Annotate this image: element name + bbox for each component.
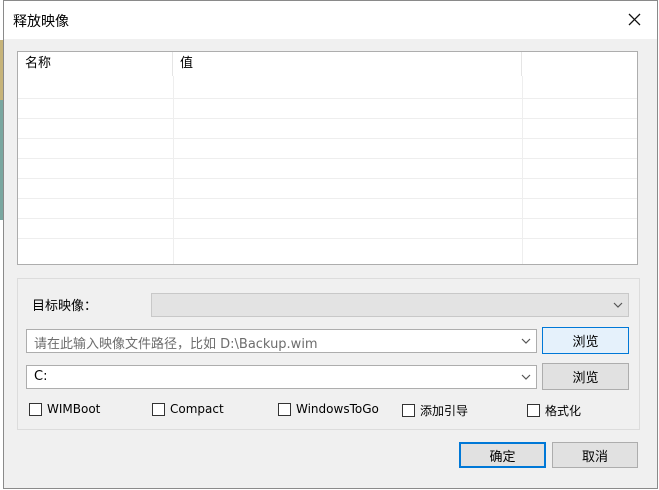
format-checkbox-box[interactable]	[527, 404, 540, 417]
release-image-dialog: 释放映像 名称 值 目标映像： 请在此输入映像文件路径，比如 D:\Backup…	[3, 0, 658, 489]
compact-checkbox[interactable]: Compact	[152, 402, 224, 416]
ok-button[interactable]: 确定	[459, 442, 546, 468]
target-image-label: 目标映像：	[32, 299, 98, 314]
add-boot-checkbox-box[interactable]	[402, 404, 415, 417]
list-header: 名称 值	[18, 52, 637, 76]
add-boot-label: 添加引导	[420, 404, 469, 418]
target-drive-value: C:	[34, 369, 48, 384]
windowstogo-checkbox[interactable]: WindowsToGo	[278, 402, 379, 416]
format-checkbox[interactable]: 格式化	[527, 402, 581, 419]
wimboot-checkbox[interactable]: WIMBoot	[29, 402, 100, 416]
windowstogo-label: WindowsToGo	[296, 402, 379, 416]
chevron-down-icon[interactable]	[520, 335, 532, 347]
properties-list[interactable]: 名称 值	[17, 51, 638, 265]
wimboot-checkbox-box[interactable]	[29, 402, 42, 416]
close-button[interactable]	[619, 5, 649, 33]
compact-label: Compact	[170, 402, 224, 416]
target-image-select[interactable]	[151, 293, 629, 317]
browse-image-button[interactable]: 浏览	[542, 327, 629, 354]
target-drive-combo[interactable]: C:	[26, 365, 537, 389]
column-header-value[interactable]: 值	[173, 52, 522, 76]
column-header-name[interactable]: 名称	[18, 52, 173, 76]
close-icon	[628, 13, 640, 25]
add-boot-checkbox[interactable]: 添加引导	[402, 402, 468, 419]
chevron-down-icon[interactable]	[520, 371, 532, 383]
column-header-filler	[522, 52, 637, 76]
wimboot-label: WIMBoot	[47, 402, 101, 416]
cancel-button[interactable]: 取消	[552, 442, 638, 468]
browse-drive-button[interactable]: 浏览	[542, 363, 629, 390]
image-path-placeholder: 请在此输入映像文件路径，比如 D:\Backup.wim	[34, 337, 318, 352]
window-title: 释放映像	[13, 14, 69, 30]
windowstogo-checkbox-box[interactable]	[278, 402, 291, 416]
title-bar: 释放映像	[4, 1, 657, 39]
image-path-combo[interactable]: 请在此输入映像文件路径，比如 D:\Backup.wim	[26, 329, 537, 353]
compact-checkbox-box[interactable]	[152, 402, 165, 416]
chevron-down-icon	[613, 302, 623, 308]
format-label: 格式化	[545, 404, 582, 418]
